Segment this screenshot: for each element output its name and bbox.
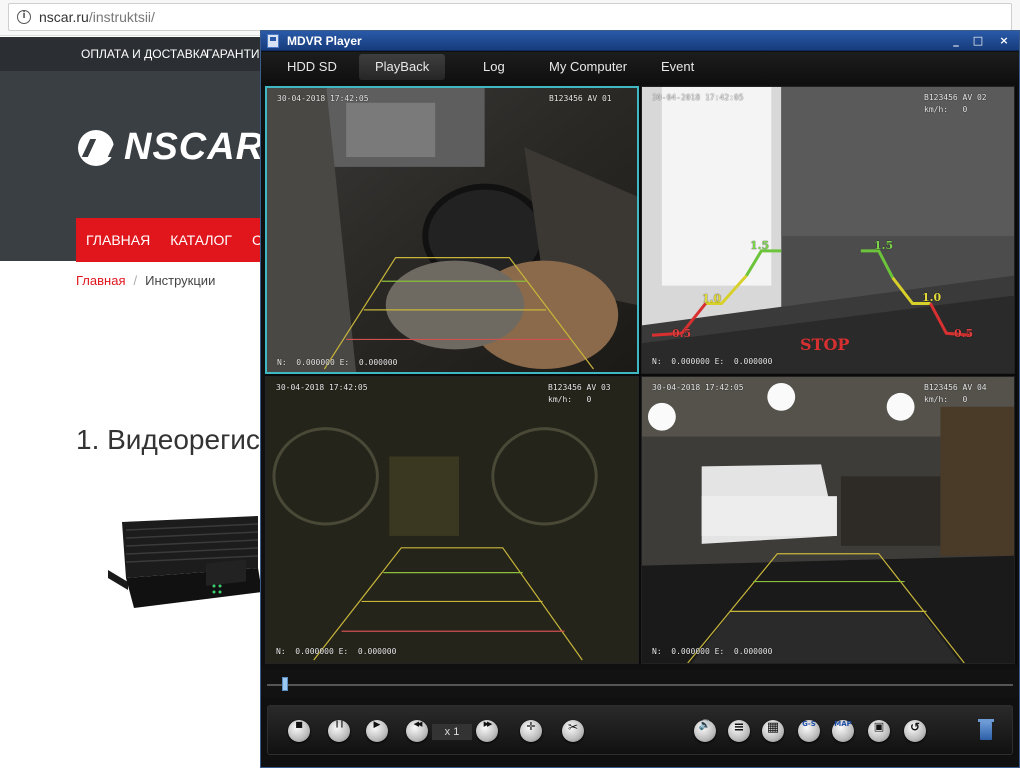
- camera-4-datetime: 30-04-2018 17:42:05: [652, 383, 744, 392]
- video-grid: 30-04-2018 17:42:05 B123456 AV 01 N: 0.0…: [265, 86, 1017, 664]
- nav-item-home[interactable]: Главная: [76, 232, 160, 248]
- camera-1-coords: N: 0.000000 E: 0.000000: [277, 358, 398, 367]
- guide-label-left-far: 1.5: [750, 239, 770, 252]
- info-icon[interactable]: i: [17, 10, 31, 24]
- camera-view-1[interactable]: 30-04-2018 17:42:05 B123456 AV 01 N: 0.0…: [265, 86, 639, 374]
- map-button[interactable]: [832, 720, 854, 742]
- camera-3-speed: km/h: 0: [548, 395, 592, 404]
- fast-forward-button[interactable]: [476, 720, 498, 742]
- breadcrumb-separator: /: [133, 273, 138, 288]
- volume-button[interactable]: [694, 720, 716, 742]
- camera-3-image: [266, 377, 638, 663]
- guide-label-left-mid: 1.0: [702, 292, 722, 305]
- tab-event[interactable]: Event: [645, 54, 710, 80]
- address-bar[interactable]: i nscar.ru/instruktsii/: [8, 3, 1012, 31]
- camera-4-id: B123456 AV 04: [924, 383, 987, 392]
- trash-icon[interactable]: [978, 719, 994, 740]
- camera-view-3[interactable]: 30-04-2018 17:42:05 B123456 AV 03 km/h: …: [265, 376, 639, 664]
- seek-track[interactable]: [267, 684, 1013, 686]
- tab-playback[interactable]: PlayBack: [359, 54, 446, 80]
- topbar-link-warranty[interactable]: Гарантия: [206, 47, 268, 61]
- window-titlebar[interactable]: MDVR Player _ □ ×: [261, 31, 1019, 51]
- breadcrumb: Главная / Инструкции: [76, 273, 215, 288]
- camera-2-coords: N: 0.000000 E: 0.000000: [652, 357, 773, 366]
- camera-2-speed: km/h: 0: [924, 105, 968, 114]
- camera-3-datetime: 30-04-2018 17:42:05: [276, 383, 368, 392]
- app-icon: [267, 34, 279, 48]
- split-screen-button[interactable]: [762, 720, 784, 742]
- stop-label: STOP: [800, 335, 850, 354]
- nav-item-catalog[interactable]: Каталог: [160, 232, 242, 248]
- camera-1-datetime: 30-04-2018 17:42:05: [277, 94, 369, 103]
- playback-speed: x 1: [432, 724, 472, 740]
- seek-bar: [261, 669, 1019, 697]
- frame-step-button[interactable]: [520, 720, 542, 742]
- camera-view-4[interactable]: 30-04-2018 17:42:05 B123456 AV 04 km/h: …: [641, 376, 1015, 664]
- camera-view-2[interactable]: 30-04-2018 17:42:05 B123456 AV 02 km/h: …: [641, 86, 1015, 374]
- g-sensor-button[interactable]: [798, 720, 820, 742]
- guide-label-left-near: 0.5: [672, 327, 692, 340]
- rewind-button[interactable]: [406, 720, 428, 742]
- window-title: MDVR Player: [287, 34, 362, 48]
- guide-label-right-far: 1.5: [874, 239, 894, 252]
- site-logo[interactable]: NSCAR: [78, 126, 264, 169]
- breadcrumb-home[interactable]: Главная: [76, 273, 125, 288]
- article-heading: 1. Видеорегис: [76, 424, 260, 455]
- close-button[interactable]: ×: [995, 33, 1013, 48]
- camera-4-image: [642, 377, 1014, 663]
- clip-cut-button[interactable]: [562, 720, 584, 742]
- audio-settings-button[interactable]: [728, 720, 750, 742]
- window-mode-button[interactable]: [868, 720, 890, 742]
- tab-my-computer[interactable]: My Computer: [533, 54, 643, 80]
- play-button[interactable]: [366, 720, 388, 742]
- dvr-device-image: [108, 516, 262, 608]
- mdvr-player-window: MDVR Player _ □ × HDD SD PlayBack Log My…: [260, 30, 1020, 768]
- camera-2-datetime: 30-04-2018 17:42:05: [652, 93, 744, 102]
- stop-button[interactable]: [288, 720, 310, 742]
- camera-3-coords: N: 0.000000 E: 0.000000: [276, 647, 397, 656]
- camera-3-id: B123456 AV 03: [548, 383, 611, 392]
- return-button[interactable]: [904, 720, 926, 742]
- tab-hdd-sd[interactable]: HDD SD: [271, 54, 353, 80]
- site-main-nav: Главная Каталог С: [76, 218, 276, 262]
- breadcrumb-current: Инструкции: [145, 273, 216, 288]
- maximize-button[interactable]: □: [969, 33, 987, 48]
- minimize-button[interactable]: _: [947, 33, 965, 48]
- pause-button[interactable]: [328, 720, 350, 742]
- tab-log[interactable]: Log: [467, 54, 521, 80]
- logo-text: NSCAR: [124, 126, 265, 168]
- camera-2-id: B123456 AV 02: [924, 93, 987, 102]
- camera-1-id: B123456 AV 01: [549, 94, 612, 103]
- topbar-link-delivery[interactable]: Оплата и доставка: [81, 47, 208, 61]
- guide-label-right-near: 0.5: [954, 327, 974, 340]
- camera-4-coords: N: 0.000000 E: 0.000000: [652, 647, 773, 656]
- camera-1-image: [267, 88, 637, 372]
- tab-bar: HDD SD PlayBack Log My Computer Event: [261, 52, 1019, 85]
- logo-icon: [78, 129, 114, 166]
- url-text: nscar.ru/instruktsii/: [39, 9, 155, 25]
- playback-controls: x 1: [267, 705, 1013, 755]
- camera-4-speed: km/h: 0: [924, 395, 968, 404]
- seek-handle[interactable]: [281, 677, 288, 691]
- guide-label-right-mid: 1.0: [922, 291, 942, 304]
